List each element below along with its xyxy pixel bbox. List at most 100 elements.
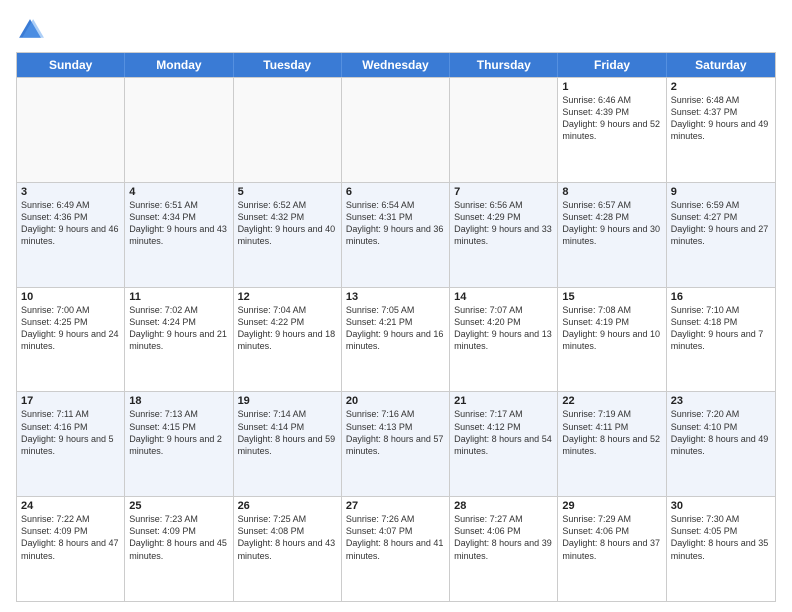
page: SundayMondayTuesdayWednesdayThursdayFrid… bbox=[0, 0, 792, 612]
day-cell-11: 11Sunrise: 7:02 AM Sunset: 4:24 PM Dayli… bbox=[125, 288, 233, 392]
day-info: Sunrise: 6:46 AM Sunset: 4:39 PM Dayligh… bbox=[562, 94, 661, 143]
day-info: Sunrise: 6:56 AM Sunset: 4:29 PM Dayligh… bbox=[454, 199, 553, 248]
day-cell-2: 2Sunrise: 6:48 AM Sunset: 4:37 PM Daylig… bbox=[667, 78, 775, 182]
weekday-header-sunday: Sunday bbox=[17, 53, 125, 77]
day-cell-27: 27Sunrise: 7:26 AM Sunset: 4:07 PM Dayli… bbox=[342, 497, 450, 601]
day-cell-13: 13Sunrise: 7:05 AM Sunset: 4:21 PM Dayli… bbox=[342, 288, 450, 392]
weekday-header-thursday: Thursday bbox=[450, 53, 558, 77]
day-cell-20: 20Sunrise: 7:16 AM Sunset: 4:13 PM Dayli… bbox=[342, 392, 450, 496]
weekday-header-tuesday: Tuesday bbox=[234, 53, 342, 77]
day-cell-4: 4Sunrise: 6:51 AM Sunset: 4:34 PM Daylig… bbox=[125, 183, 233, 287]
empty-cell bbox=[17, 78, 125, 182]
day-cell-30: 30Sunrise: 7:30 AM Sunset: 4:05 PM Dayli… bbox=[667, 497, 775, 601]
day-info: Sunrise: 7:27 AM Sunset: 4:06 PM Dayligh… bbox=[454, 513, 553, 562]
day-number: 4 bbox=[129, 186, 228, 198]
day-number: 7 bbox=[454, 186, 553, 198]
day-number: 8 bbox=[562, 186, 661, 198]
empty-cell bbox=[125, 78, 233, 182]
logo-icon bbox=[16, 16, 44, 44]
day-number: 21 bbox=[454, 395, 553, 407]
day-info: Sunrise: 7:17 AM Sunset: 4:12 PM Dayligh… bbox=[454, 408, 553, 457]
day-number: 27 bbox=[346, 500, 445, 512]
day-info: Sunrise: 6:59 AM Sunset: 4:27 PM Dayligh… bbox=[671, 199, 771, 248]
day-info: Sunrise: 7:25 AM Sunset: 4:08 PM Dayligh… bbox=[238, 513, 337, 562]
day-cell-26: 26Sunrise: 7:25 AM Sunset: 4:08 PM Dayli… bbox=[234, 497, 342, 601]
weekday-header-friday: Friday bbox=[558, 53, 666, 77]
day-number: 1 bbox=[562, 81, 661, 93]
day-cell-14: 14Sunrise: 7:07 AM Sunset: 4:20 PM Dayli… bbox=[450, 288, 558, 392]
calendar-row-3: 17Sunrise: 7:11 AM Sunset: 4:16 PM Dayli… bbox=[17, 391, 775, 496]
day-cell-10: 10Sunrise: 7:00 AM Sunset: 4:25 PM Dayli… bbox=[17, 288, 125, 392]
day-cell-29: 29Sunrise: 7:29 AM Sunset: 4:06 PM Dayli… bbox=[558, 497, 666, 601]
day-cell-23: 23Sunrise: 7:20 AM Sunset: 4:10 PM Dayli… bbox=[667, 392, 775, 496]
day-number: 25 bbox=[129, 500, 228, 512]
day-cell-9: 9Sunrise: 6:59 AM Sunset: 4:27 PM Daylig… bbox=[667, 183, 775, 287]
day-info: Sunrise: 7:11 AM Sunset: 4:16 PM Dayligh… bbox=[21, 408, 120, 457]
day-cell-22: 22Sunrise: 7:19 AM Sunset: 4:11 PM Dayli… bbox=[558, 392, 666, 496]
day-number: 23 bbox=[671, 395, 771, 407]
weekday-header-saturday: Saturday bbox=[667, 53, 775, 77]
day-info: Sunrise: 7:19 AM Sunset: 4:11 PM Dayligh… bbox=[562, 408, 661, 457]
day-info: Sunrise: 7:10 AM Sunset: 4:18 PM Dayligh… bbox=[671, 304, 771, 353]
day-cell-25: 25Sunrise: 7:23 AM Sunset: 4:09 PM Dayli… bbox=[125, 497, 233, 601]
day-number: 19 bbox=[238, 395, 337, 407]
day-cell-16: 16Sunrise: 7:10 AM Sunset: 4:18 PM Dayli… bbox=[667, 288, 775, 392]
day-cell-18: 18Sunrise: 7:13 AM Sunset: 4:15 PM Dayli… bbox=[125, 392, 233, 496]
day-number: 6 bbox=[346, 186, 445, 198]
day-number: 14 bbox=[454, 291, 553, 303]
day-number: 10 bbox=[21, 291, 120, 303]
day-info: Sunrise: 7:04 AM Sunset: 4:22 PM Dayligh… bbox=[238, 304, 337, 353]
day-info: Sunrise: 7:20 AM Sunset: 4:10 PM Dayligh… bbox=[671, 408, 771, 457]
day-info: Sunrise: 7:30 AM Sunset: 4:05 PM Dayligh… bbox=[671, 513, 771, 562]
day-info: Sunrise: 6:57 AM Sunset: 4:28 PM Dayligh… bbox=[562, 199, 661, 248]
calendar: SundayMondayTuesdayWednesdayThursdayFrid… bbox=[16, 52, 776, 602]
calendar-row-0: 1Sunrise: 6:46 AM Sunset: 4:39 PM Daylig… bbox=[17, 77, 775, 182]
day-info: Sunrise: 7:16 AM Sunset: 4:13 PM Dayligh… bbox=[346, 408, 445, 457]
day-info: Sunrise: 7:14 AM Sunset: 4:14 PM Dayligh… bbox=[238, 408, 337, 457]
calendar-header: SundayMondayTuesdayWednesdayThursdayFrid… bbox=[17, 53, 775, 77]
day-number: 24 bbox=[21, 500, 120, 512]
day-cell-28: 28Sunrise: 7:27 AM Sunset: 4:06 PM Dayli… bbox=[450, 497, 558, 601]
day-info: Sunrise: 6:52 AM Sunset: 4:32 PM Dayligh… bbox=[238, 199, 337, 248]
day-info: Sunrise: 6:51 AM Sunset: 4:34 PM Dayligh… bbox=[129, 199, 228, 248]
day-info: Sunrise: 7:02 AM Sunset: 4:24 PM Dayligh… bbox=[129, 304, 228, 353]
weekday-header-wednesday: Wednesday bbox=[342, 53, 450, 77]
day-number: 28 bbox=[454, 500, 553, 512]
day-info: Sunrise: 6:48 AM Sunset: 4:37 PM Dayligh… bbox=[671, 94, 771, 143]
header bbox=[16, 16, 776, 44]
day-number: 17 bbox=[21, 395, 120, 407]
day-cell-5: 5Sunrise: 6:52 AM Sunset: 4:32 PM Daylig… bbox=[234, 183, 342, 287]
day-number: 9 bbox=[671, 186, 771, 198]
empty-cell bbox=[450, 78, 558, 182]
day-number: 12 bbox=[238, 291, 337, 303]
day-info: Sunrise: 7:05 AM Sunset: 4:21 PM Dayligh… bbox=[346, 304, 445, 353]
calendar-row-2: 10Sunrise: 7:00 AM Sunset: 4:25 PM Dayli… bbox=[17, 287, 775, 392]
day-info: Sunrise: 6:49 AM Sunset: 4:36 PM Dayligh… bbox=[21, 199, 120, 248]
logo bbox=[16, 16, 48, 44]
day-number: 22 bbox=[562, 395, 661, 407]
day-number: 11 bbox=[129, 291, 228, 303]
day-info: Sunrise: 7:13 AM Sunset: 4:15 PM Dayligh… bbox=[129, 408, 228, 457]
day-info: Sunrise: 7:22 AM Sunset: 4:09 PM Dayligh… bbox=[21, 513, 120, 562]
day-cell-17: 17Sunrise: 7:11 AM Sunset: 4:16 PM Dayli… bbox=[17, 392, 125, 496]
calendar-row-4: 24Sunrise: 7:22 AM Sunset: 4:09 PM Dayli… bbox=[17, 496, 775, 601]
day-cell-8: 8Sunrise: 6:57 AM Sunset: 4:28 PM Daylig… bbox=[558, 183, 666, 287]
day-number: 5 bbox=[238, 186, 337, 198]
empty-cell bbox=[234, 78, 342, 182]
day-info: Sunrise: 7:23 AM Sunset: 4:09 PM Dayligh… bbox=[129, 513, 228, 562]
calendar-row-1: 3Sunrise: 6:49 AM Sunset: 4:36 PM Daylig… bbox=[17, 182, 775, 287]
day-cell-19: 19Sunrise: 7:14 AM Sunset: 4:14 PM Dayli… bbox=[234, 392, 342, 496]
day-info: Sunrise: 7:08 AM Sunset: 4:19 PM Dayligh… bbox=[562, 304, 661, 353]
day-cell-21: 21Sunrise: 7:17 AM Sunset: 4:12 PM Dayli… bbox=[450, 392, 558, 496]
day-info: Sunrise: 7:07 AM Sunset: 4:20 PM Dayligh… bbox=[454, 304, 553, 353]
day-info: Sunrise: 6:54 AM Sunset: 4:31 PM Dayligh… bbox=[346, 199, 445, 248]
day-number: 15 bbox=[562, 291, 661, 303]
day-cell-12: 12Sunrise: 7:04 AM Sunset: 4:22 PM Dayli… bbox=[234, 288, 342, 392]
day-number: 18 bbox=[129, 395, 228, 407]
day-number: 3 bbox=[21, 186, 120, 198]
calendar-body: 1Sunrise: 6:46 AM Sunset: 4:39 PM Daylig… bbox=[17, 77, 775, 601]
empty-cell bbox=[342, 78, 450, 182]
day-number: 26 bbox=[238, 500, 337, 512]
day-cell-7: 7Sunrise: 6:56 AM Sunset: 4:29 PM Daylig… bbox=[450, 183, 558, 287]
day-cell-6: 6Sunrise: 6:54 AM Sunset: 4:31 PM Daylig… bbox=[342, 183, 450, 287]
